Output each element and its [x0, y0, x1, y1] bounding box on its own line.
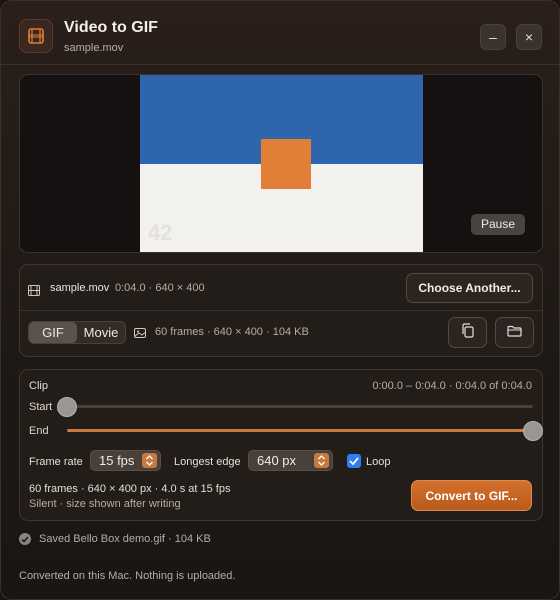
app-window: Video to GIF sample.mov – × 42 Pause sam…: [0, 0, 560, 600]
checkmark-icon: [349, 452, 359, 470]
source-file-meta: 0:04.0 · 640 × 400: [115, 282, 205, 294]
close-button[interactable]: ×: [516, 24, 542, 50]
start-label: Start: [29, 401, 53, 413]
film-strip-icon: [28, 283, 40, 301]
preview-box: [261, 139, 311, 189]
folder-icon: [507, 324, 522, 342]
end-slider-track[interactable]: [67, 429, 533, 432]
start-slider-knob[interactable]: [57, 397, 77, 417]
format-movie-option[interactable]: Movie: [77, 322, 125, 343]
image-stack-icon: [134, 326, 147, 344]
minimize-button[interactable]: –: [480, 24, 506, 50]
footer-note: Converted on this Mac. Nothing is upload…: [19, 570, 236, 582]
film-icon: [19, 19, 53, 53]
convert-button[interactable]: Convert to GIF...: [411, 480, 532, 511]
saved-status: Saved Bello Box demo.gif · 104 KB: [39, 533, 211, 545]
pause-button[interactable]: Pause: [470, 214, 525, 235]
loop-label: Loop: [366, 456, 391, 468]
format-segmented-control: GIF Movie: [28, 321, 126, 344]
close-icon: ×: [524, 29, 534, 45]
checkmark-circle-icon: [19, 533, 31, 545]
end-label: End: [29, 425, 49, 437]
copy-icon: [461, 322, 475, 343]
source-file-name: sample.mov: [50, 282, 110, 294]
longest-edge-value: 640 px: [257, 453, 297, 468]
preview-frame: 42: [140, 75, 423, 252]
output-summary-note: Silent · size shown after writing: [29, 498, 181, 510]
source-panel: sample.mov 0:04.0 · 640 × 400 Choose Ano…: [19, 264, 543, 357]
format-gif-option[interactable]: GIF: [29, 322, 77, 343]
longest-edge-label: Longest edge: [174, 456, 241, 468]
output-summary: 60 frames · 640 × 400 px · 4.0 s at 15 f…: [29, 483, 231, 495]
chevron-updown-icon: [314, 453, 329, 468]
frame-rate-label: Frame rate: [29, 456, 83, 468]
copy-button[interactable]: [448, 317, 487, 348]
frame-counter: 42: [148, 220, 173, 245]
panel-divider: [20, 310, 542, 311]
frame-rate-select[interactable]: 15 fps: [90, 450, 161, 471]
choose-another-button[interactable]: Choose Another...: [406, 273, 533, 303]
clip-label: Clip: [29, 380, 48, 392]
start-slider-track[interactable]: [67, 405, 533, 408]
clip-panel: Clip 0:00.0 – 0:04.0 · 0:04.0 of 0:04.0 …: [19, 369, 543, 521]
loop-checkbox[interactable]: [347, 454, 361, 468]
video-preview[interactable]: 42 Pause: [19, 74, 543, 253]
output-meta: 60 frames · 640 × 400 · 104 KB: [155, 326, 309, 338]
app-title: Video to GIF: [64, 19, 158, 36]
longest-edge-select[interactable]: 640 px: [248, 450, 333, 471]
frame-rate-value: 15 fps: [99, 453, 135, 468]
end-slider-knob[interactable]: [523, 421, 543, 441]
reveal-in-folder-button[interactable]: [495, 317, 534, 348]
chevron-updown-icon: [142, 453, 157, 468]
header-divider: [1, 64, 559, 65]
app-subtitle: sample.mov: [64, 42, 124, 54]
minimize-icon: –: [489, 29, 497, 45]
clip-range-readout: 0:00.0 – 0:04.0 · 0:04.0 of 0:04.0: [372, 380, 532, 392]
